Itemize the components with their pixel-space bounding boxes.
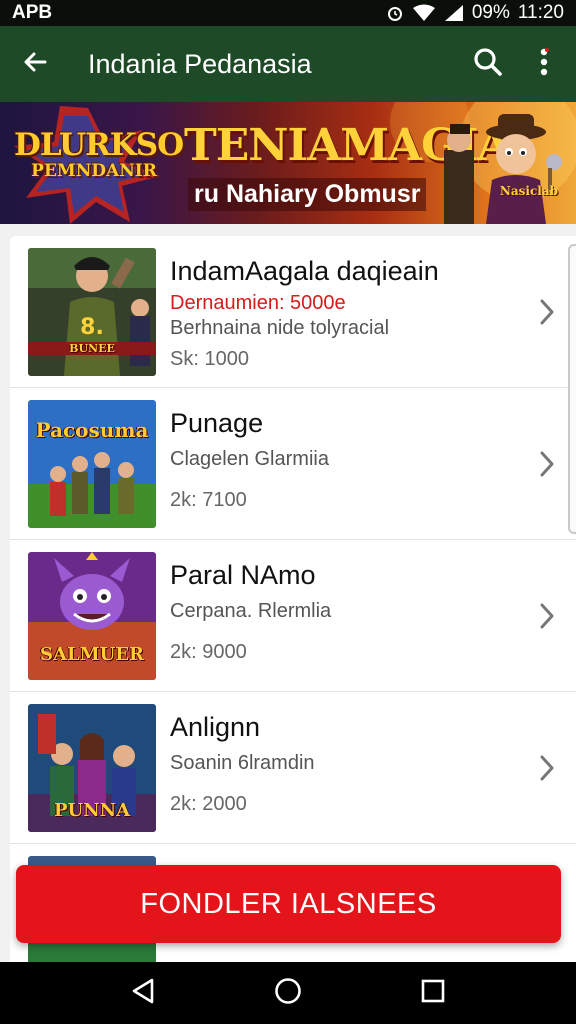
carrier-label: APB	[12, 2, 53, 23]
svg-text:8.: 8.	[80, 315, 104, 340]
item-name: Punage	[170, 408, 264, 438]
chevron-right-icon	[538, 602, 556, 635]
banner-subline: ru Nahiary Obmusr	[188, 178, 427, 211]
item-body: Paral NAmo Cerpana. Rlermlia 2k: 9000	[156, 540, 576, 664]
primary-cta-button[interactable]: FONDLER IALSNEES	[16, 865, 561, 943]
signal-icon	[444, 4, 464, 22]
banner-logo-sub: PEMNDANIR	[31, 161, 157, 181]
chevron-right-icon	[538, 754, 556, 787]
chevron-right-icon	[538, 450, 556, 483]
search-button[interactable]	[460, 26, 516, 102]
banner-mascot-art	[444, 114, 562, 224]
item-body: Punage Clagelen Glarmiia 2k: 7100	[156, 388, 576, 512]
item-price: 2k: 7100	[170, 489, 247, 511]
item-promo: Dernaumien: 5000e	[170, 292, 346, 314]
list-item[interactable]: SALMUER Paral NAmo Cerpana. Rlermlia 2k:…	[10, 540, 576, 692]
app-bar: Indania Pedanasia	[0, 26, 576, 102]
item-price: Sk: 1000	[170, 348, 249, 370]
nav-recents-icon	[420, 978, 446, 1009]
page-title: Indania Pedanasia	[88, 48, 312, 79]
nav-back-button[interactable]	[113, 963, 173, 1023]
item-name: Anlignn	[170, 712, 261, 742]
alarm-icon	[386, 4, 404, 22]
thumbnail-label: SALMUER	[40, 644, 144, 665]
item-body: IndamAagala daqieain Dernaumien: 5000e B…	[156, 236, 576, 371]
promo-banner[interactable]: DLURKSO PEMNDANIR TENIAMAGIA ru Nahiary …	[0, 102, 576, 224]
more-vert-icon	[539, 47, 549, 82]
nav-home-icon	[273, 976, 303, 1011]
search-icon	[472, 46, 504, 83]
thumbnail-label: Pacosuma	[35, 418, 149, 442]
list-item[interactable]: 8. BUNEE IndamAagala daqieain Dernaumien…	[10, 236, 576, 388]
item-name: IndamAagala daqieain	[170, 256, 439, 286]
banner-logo-main: DLURKSO	[14, 127, 184, 163]
item-name: Paral NAmo	[170, 560, 316, 590]
battery-level: 09%	[471, 2, 510, 23]
chevron-right-icon	[538, 298, 556, 331]
item-description: Berhnaina nide tolyracial	[170, 317, 390, 339]
item-thumbnail: 8. BUNEE	[28, 248, 156, 376]
nav-recents-button[interactable]	[403, 963, 463, 1023]
item-description: Cerpana. Rlermlia	[170, 600, 332, 622]
item-body: Anlignn Soanin 6lramdin 2k: 2000	[156, 692, 576, 816]
banner-mascot-label: Nasiclab	[499, 184, 558, 198]
thumbnail-label: BUNEE	[28, 342, 156, 355]
item-thumbnail: Pacosuma	[28, 400, 156, 528]
app-screen: APB 09% 11:20 Indania Pedanasia DLURKSO …	[0, 0, 576, 1024]
overflow-menu-button[interactable]	[516, 26, 572, 102]
list-item[interactable]: Pacosuma Punage Clagelen Glarmiia 2k: 71…	[10, 388, 576, 540]
back-button[interactable]	[0, 26, 70, 102]
banner-logo: DLURKSO PEMNDANIR	[14, 127, 184, 181]
thumbnail-label: PUNNA	[53, 800, 131, 821]
clock: 11:20	[517, 2, 564, 23]
item-price: 2k: 2000	[170, 793, 247, 815]
list-item[interactable]: PUNNA Anlignn Soanin 6lramdin 2k: 2000	[10, 692, 576, 844]
item-description: Soanin 6lramdin	[170, 752, 315, 774]
nav-home-button[interactable]	[258, 963, 318, 1023]
item-price: 2k: 9000	[170, 641, 247, 663]
scrollbar[interactable]	[568, 244, 576, 534]
item-description: Clagelen Glarmiia	[170, 448, 329, 470]
item-thumbnail: PUNNA	[28, 704, 156, 832]
status-bar: APB 09% 11:20	[0, 0, 576, 26]
item-thumbnail: SALMUER	[28, 552, 156, 680]
nav-back-icon	[130, 977, 156, 1010]
system-nav-bar	[0, 962, 576, 1024]
back-arrow-icon	[21, 48, 49, 81]
wifi-icon	[412, 4, 436, 22]
